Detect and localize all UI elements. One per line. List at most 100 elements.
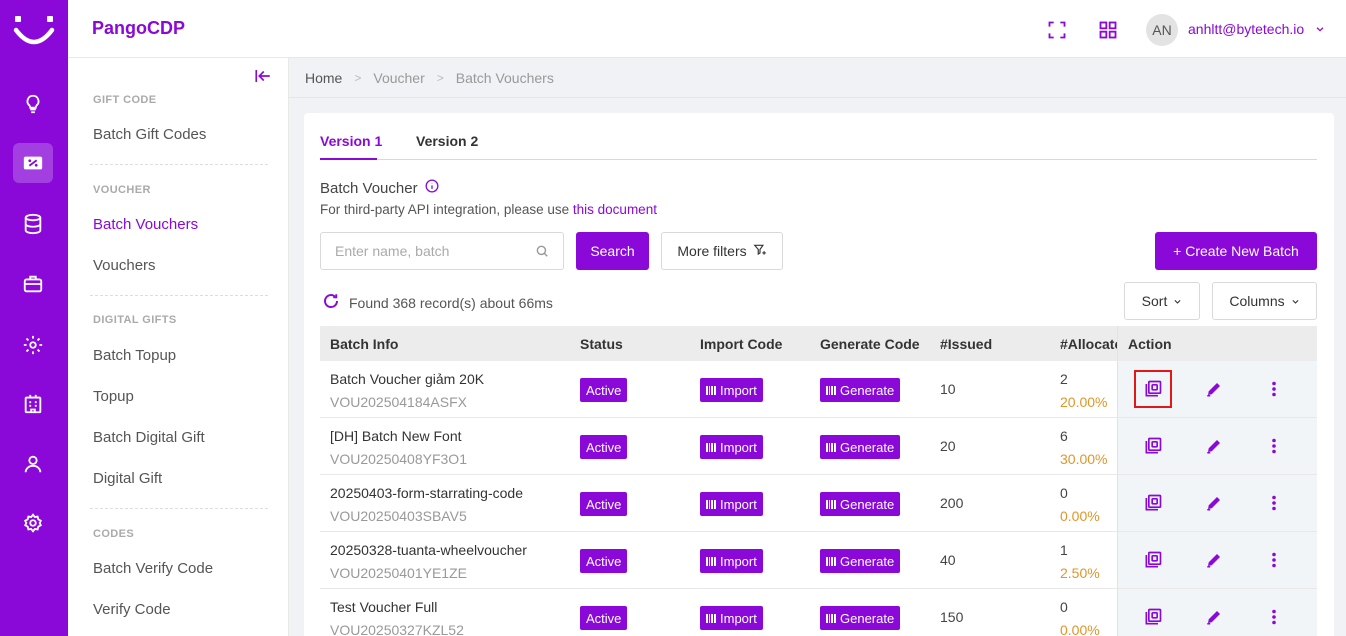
barcode-icon [826, 554, 836, 569]
view-codes-icon[interactable] [1141, 548, 1165, 572]
apps-grid-icon[interactable] [1096, 18, 1120, 42]
search-button[interactable]: Search [576, 232, 649, 270]
sort-button[interactable]: Sort [1124, 282, 1200, 320]
batch-code: VOU20250327KZL52 [330, 622, 464, 636]
more-options-icon[interactable] [1262, 491, 1286, 515]
barcode-icon [706, 611, 716, 626]
briefcase-icon[interactable] [13, 264, 53, 304]
batch-name[interactable]: 20250403-form-starrating-code [330, 485, 523, 501]
sidebar-item-batch-topup[interactable]: Batch Topup [93, 347, 176, 364]
view-codes-icon[interactable] [1141, 491, 1165, 515]
fullscreen-icon[interactable] [1045, 18, 1069, 42]
batch-name[interactable]: [DH] Batch New Font [330, 428, 462, 444]
database-icon[interactable] [13, 204, 53, 244]
search-input[interactable] [335, 233, 525, 269]
sidebar-item-batch-verify-code[interactable]: Batch Verify Code [93, 560, 213, 577]
search-input-wrapper [320, 232, 564, 270]
import-button[interactable]: Import [700, 549, 763, 573]
import-button[interactable]: Import [700, 378, 763, 402]
settings-icon[interactable] [13, 503, 53, 543]
breadcrumb-current: Batch Vouchers [455, 69, 554, 86]
generate-button[interactable]: Generate [820, 435, 901, 459]
table-row[interactable]: Test Voucher Full VOU20250327KZL52 Activ… [320, 589, 1317, 636]
batch-name[interactable]: Batch Voucher giảm 20K [330, 371, 484, 387]
column-header-batch-info[interactable]: Batch Info [330, 336, 398, 352]
column-header-generate-code[interactable]: Generate Code [820, 336, 920, 352]
more-options-icon[interactable] [1262, 548, 1286, 572]
chevron-down-icon[interactable] [1315, 21, 1325, 39]
user-email[interactable]: anhltt@bytetech.io [1188, 21, 1304, 37]
sidebar-item-batch-gift-codes[interactable]: Batch Gift Codes [93, 126, 206, 143]
generate-button[interactable]: Generate [820, 549, 901, 573]
generate-button[interactable]: Generate [820, 378, 901, 402]
batch-name[interactable]: Test Voucher Full [330, 599, 437, 615]
generate-label: Generate [840, 610, 895, 626]
view-codes-icon[interactable] [1134, 370, 1172, 408]
column-header-status[interactable]: Status [580, 336, 623, 352]
avatar[interactable]: AN [1146, 14, 1178, 46]
sidebar-item-batch-vouchers[interactable]: Batch Vouchers [93, 216, 198, 233]
more-options-icon[interactable] [1262, 434, 1286, 458]
brand-name[interactable]: PangoCDP [92, 18, 185, 39]
voucher-icon[interactable] [13, 143, 53, 183]
section-description: For third-party API integration, please … [320, 202, 657, 217]
barcode-icon [826, 497, 836, 512]
edit-pencil-icon[interactable] [1202, 434, 1226, 458]
table-row[interactable]: 20250328-tuanta-wheelvoucher VOU20250401… [320, 532, 1317, 589]
issued-count: 40 [940, 552, 956, 568]
building-icon[interactable] [13, 384, 53, 424]
more-options-icon[interactable] [1262, 605, 1286, 629]
barcode-icon [706, 497, 716, 512]
column-header-import-code[interactable]: Import Code [700, 336, 782, 352]
lightbulb-icon[interactable] [13, 84, 53, 124]
more-options-icon[interactable] [1262, 377, 1286, 401]
column-header-allocate[interactable]: #Allocate [1060, 336, 1117, 352]
table-row[interactable]: Batch Voucher giảm 20K VOU202504184ASFX … [320, 361, 1317, 418]
collapse-sidebar-icon[interactable] [254, 67, 272, 90]
generate-label: Generate [840, 439, 895, 455]
import-button[interactable]: Import [700, 492, 763, 516]
tab-version-2[interactable]: Version 2 [416, 133, 478, 149]
columns-button[interactable]: Columns [1212, 282, 1317, 320]
batch-name[interactable]: 20250328-tuanta-wheelvoucher [330, 542, 527, 558]
breadcrumb-home[interactable]: Home [305, 70, 342, 86]
breadcrumb-voucher[interactable]: Voucher [373, 70, 424, 86]
sort-label: Sort [1141, 293, 1168, 309]
info-icon[interactable] [425, 179, 439, 197]
edit-pencil-icon[interactable] [1202, 377, 1226, 401]
view-codes-icon[interactable] [1141, 434, 1165, 458]
view-codes-icon[interactable] [1141, 605, 1165, 629]
search-icon[interactable] [535, 244, 549, 263]
import-button[interactable]: Import [700, 435, 763, 459]
generate-button[interactable]: Generate [820, 492, 901, 516]
action-cell [1117, 589, 1317, 636]
sidebar-item-verify-code[interactable]: Verify Code [93, 601, 171, 618]
settings-gear-icon[interactable] [13, 325, 53, 365]
sidebar: GIFT CODE Batch Gift Codes VOUCHER Batch… [68, 58, 289, 636]
table-row[interactable]: 20250403-form-starrating-code VOU2025040… [320, 475, 1317, 532]
sidebar-item-batch-digital-gift[interactable]: Batch Digital Gift [93, 429, 205, 446]
batch-code: VOU202504184ASFX [330, 394, 467, 410]
status-badge: Active [580, 378, 628, 402]
import-label: Import [720, 439, 757, 455]
sidebar-item-digital-gift[interactable]: Digital Gift [93, 470, 162, 487]
column-header-issued[interactable]: #Issued [940, 336, 992, 352]
create-new-batch-button[interactable]: + Create New Batch [1155, 232, 1317, 270]
edit-pencil-icon[interactable] [1202, 491, 1226, 515]
import-button[interactable]: Import [700, 606, 763, 630]
more-filters-button[interactable]: More filters [661, 232, 783, 270]
table-row[interactable]: [DH] Batch New Font VOU20250408YF3O1 Act… [320, 418, 1317, 475]
tab-version-1[interactable]: Version 1 [320, 133, 382, 149]
sidebar-item-vouchers[interactable]: Vouchers [93, 257, 156, 274]
sidebar-item-topup[interactable]: Topup [93, 388, 134, 405]
status-badge: Active [580, 492, 628, 516]
document-link[interactable]: this document [573, 202, 657, 217]
generate-button[interactable]: Generate [820, 606, 901, 630]
user-icon[interactable] [13, 444, 53, 484]
breadcrumb-separator-icon: > [436, 70, 444, 85]
app-logo-icon[interactable] [12, 10, 56, 50]
edit-pencil-icon[interactable] [1202, 548, 1226, 572]
icon-rail [0, 0, 68, 636]
edit-pencil-icon[interactable] [1202, 605, 1226, 629]
refresh-icon[interactable] [322, 292, 340, 313]
